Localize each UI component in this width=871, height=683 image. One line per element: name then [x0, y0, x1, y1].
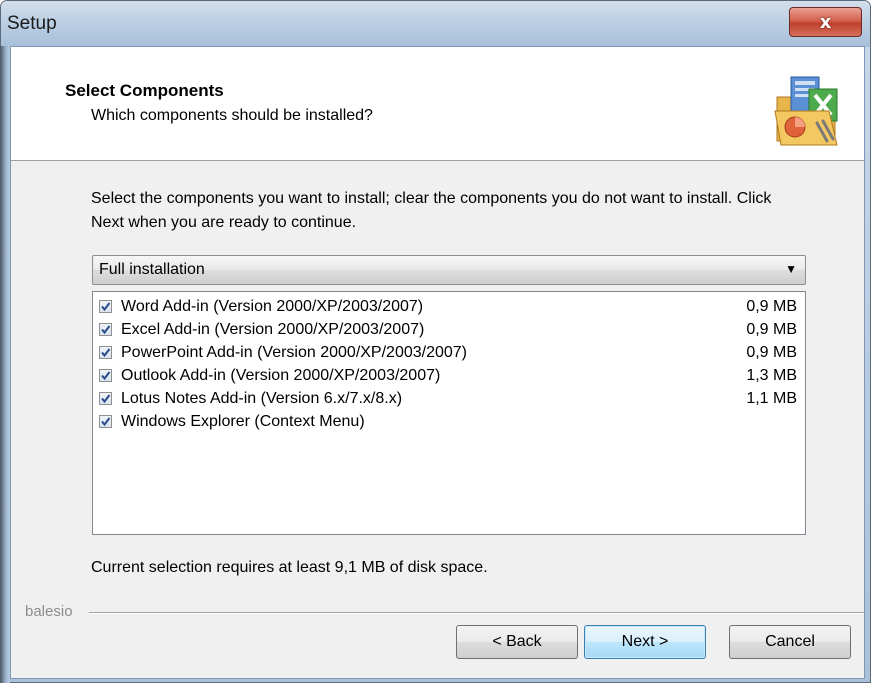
list-item[interactable]: Lotus Notes Add-in (Version 6.x/7.x/8.x)…	[93, 388, 805, 411]
instructions-text: Select the components you want to instal…	[91, 190, 772, 231]
component-label: Lotus Notes Add-in (Version 6.x/7.x/8.x)	[121, 390, 403, 407]
window-title: Setup	[7, 13, 57, 34]
install-type-dropdown[interactable]: Full installation ▼	[92, 255, 806, 285]
next-button[interactable]: Next >	[584, 625, 706, 659]
component-label: Word Add-in (Version 2000/XP/2003/2007)	[121, 298, 424, 315]
next-button-label: Next >	[621, 633, 669, 650]
disk-space-text: Current selection requires at least 9,1 …	[91, 559, 488, 576]
cancel-button-label: Cancel	[765, 633, 815, 650]
list-item[interactable]: Outlook Add-in (Version 2000/XP/2003/200…	[93, 365, 805, 388]
checkmark-icon	[101, 371, 111, 381]
back-button[interactable]: < Back	[456, 625, 578, 659]
list-item[interactable]: Windows Explorer (Context Menu)	[93, 411, 805, 434]
component-label: Windows Explorer (Context Menu)	[121, 413, 365, 430]
component-size: 0,9 MB	[746, 321, 797, 338]
checkbox-outlook[interactable]	[99, 369, 112, 382]
cancel-button[interactable]: Cancel	[729, 625, 851, 659]
list-item[interactable]: Word Add-in (Version 2000/XP/2003/2007) …	[93, 296, 805, 319]
checkmark-icon	[101, 348, 111, 358]
chevron-down-icon[interactable]: ▼	[785, 262, 797, 276]
list-item[interactable]: PowerPoint Add-in (Version 2000/XP/2003/…	[93, 342, 805, 365]
divider	[89, 612, 864, 614]
office-setup-icon	[774, 76, 838, 146]
component-size: 0,9 MB	[746, 298, 797, 315]
component-label: Excel Add-in (Version 2000/XP/2003/2007)	[121, 321, 425, 338]
checkbox-excel[interactable]	[99, 323, 112, 336]
title-bar[interactable]: Setup x	[1, 1, 870, 47]
component-size: 1,1 MB	[746, 390, 797, 407]
component-label: Outlook Add-in (Version 2000/XP/2003/200…	[121, 367, 441, 384]
brand-label: balesio	[25, 603, 73, 620]
component-size: 1,3 MB	[746, 367, 797, 384]
page-subtitle: Which components should be installed?	[91, 107, 373, 124]
window-frame-left	[0, 46, 10, 683]
install-type-value: Full installation	[99, 261, 205, 278]
close-button[interactable]: x	[789, 7, 862, 37]
checkmark-icon	[101, 394, 111, 404]
checkbox-windows-explorer[interactable]	[99, 415, 112, 428]
checkbox-powerpoint[interactable]	[99, 346, 112, 359]
checkmark-icon	[101, 417, 111, 427]
checkbox-word[interactable]	[99, 300, 112, 313]
checkbox-lotus-notes[interactable]	[99, 392, 112, 405]
list-item[interactable]: Excel Add-in (Version 2000/XP/2003/2007)…	[93, 319, 805, 342]
components-list[interactable]: Word Add-in (Version 2000/XP/2003/2007) …	[92, 291, 806, 535]
component-label: PowerPoint Add-in (Version 2000/XP/2003/…	[121, 344, 468, 361]
checkmark-icon	[101, 325, 111, 335]
component-size: 0,9 MB	[746, 344, 797, 361]
wizard-client-area: Select Components Which components shoul…	[10, 46, 865, 679]
page-title: Select Components	[65, 81, 224, 100]
checkmark-icon	[101, 302, 111, 312]
back-button-label: < Back	[492, 633, 542, 650]
wizard-header: Select Components Which components shoul…	[11, 47, 864, 161]
close-icon: x	[819, 11, 832, 33]
brand-divider: balesio	[11, 602, 864, 622]
